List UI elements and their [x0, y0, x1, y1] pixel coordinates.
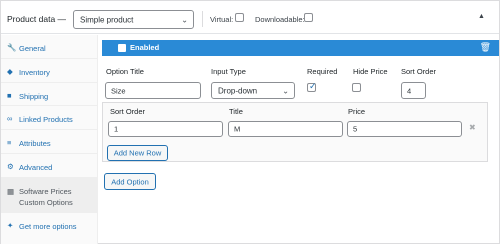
panel-title: Product data — — [7, 14, 67, 24]
product-type-value: Simple product — [80, 15, 134, 24]
plugin-icon: ✦ — [7, 221, 14, 230]
tab-get-more-options[interactable]: ✦ Get more options — [1, 213, 98, 237]
tab-label: Software Prices Custom Options — [19, 187, 73, 207]
tab-label: Get more options — [19, 222, 77, 231]
tab-label: Shipping — [19, 92, 49, 101]
downloadable-checkbox[interactable] — [304, 13, 313, 22]
header-divider — [202, 11, 203, 27]
input-type-select[interactable]: Drop-down ⌄ — [211, 82, 295, 99]
tab-advanced[interactable]: ⚙ Advanced — [1, 154, 98, 178]
product-type-select[interactable]: Simple product ⌄ — [73, 10, 194, 29]
remove-row-icon[interactable]: ✖ — [469, 123, 476, 132]
row-price-input[interactable]: 5 — [347, 121, 462, 137]
row-title-value: M — [234, 124, 241, 134]
required-header: Required — [307, 67, 338, 76]
trash-icon[interactable]: 🗑 — [480, 42, 491, 53]
option-title-input[interactable]: Size — [105, 82, 201, 99]
tab-general[interactable]: 🔧 General — [1, 35, 98, 59]
tab-label: General — [19, 44, 46, 53]
add-new-row-button[interactable]: Add New Row — [107, 145, 168, 161]
input-type-header: Input Type — [211, 67, 246, 76]
add-option-label: Add Option — [111, 177, 149, 186]
row-title-input[interactable]: M — [228, 121, 343, 137]
tab-label: Linked Products — [19, 115, 73, 124]
product-data-header: Product data — Simple product ⌄ Virtual:… — [1, 1, 499, 34]
tab-inventory[interactable]: ◆ Inventory — [1, 59, 98, 83]
tab-label: Inventory — [19, 68, 50, 77]
virtual-checkbox[interactable] — [235, 13, 244, 22]
row-price-value: 5 — [353, 124, 358, 134]
input-type-value: Drop-down — [218, 86, 258, 95]
product-data-tabs: 🔧 General ◆ Inventory ■ Shipping ∞ Linke… — [1, 35, 98, 244]
sort-order-input[interactable]: 4 — [401, 82, 426, 99]
tab-label: Advanced — [19, 163, 53, 172]
tab-label: Attributes — [19, 139, 51, 148]
enabled-label: Enabled — [130, 43, 160, 52]
enabled-checkbox[interactable] — [118, 44, 126, 52]
hide-price-header: Hide Price — [353, 67, 388, 76]
sort-order-header: Sort Order — [401, 67, 437, 76]
add-new-row-label: Add New Row — [113, 148, 162, 158]
row-sort-order-value: 1 — [114, 124, 119, 134]
option-header-bar: Enabled 🗑 — [102, 40, 499, 56]
sort-order-value: 4 — [407, 86, 412, 95]
row-title-header: Title — [229, 107, 243, 116]
chevron-down-icon: ⌄ — [181, 15, 188, 24]
link-icon: ∞ — [7, 114, 13, 123]
grid-icon: ▦ — [7, 187, 15, 196]
virtual-label: Virtual: — [210, 15, 234, 24]
gear-icon: ⚙ — [7, 162, 14, 171]
truck-icon: ■ — [7, 91, 12, 100]
tab-shipping[interactable]: ■ Shipping — [1, 83, 98, 106]
tab-software-prices-custom-options[interactable]: ▦ Software Prices Custom Options — [1, 178, 98, 213]
collapse-arrow-icon[interactable]: ▲ — [478, 13, 485, 20]
row-sort-order-header: Sort Order — [110, 107, 146, 116]
add-option-button[interactable]: Add Option — [104, 173, 156, 190]
row-price-header: Price — [348, 107, 366, 116]
wrench-icon: 🔧 — [7, 43, 17, 52]
tag-icon: ◆ — [7, 67, 13, 76]
chevron-down-icon: ⌄ — [282, 86, 289, 95]
checkmark-icon: ✓ — [309, 81, 317, 91]
product-data-panel: Product data — Simple product ⌄ Virtual:… — [0, 0, 500, 244]
list-icon: ≡ — [7, 138, 12, 147]
downloadable-label: Downloadable: — [255, 15, 305, 24]
hide-price-checkbox[interactable] — [352, 83, 361, 92]
option-title-value: Size — [111, 86, 126, 95]
tab-attributes[interactable]: ≡ Attributes — [1, 130, 98, 154]
tab-linked-products[interactable]: ∞ Linked Products — [1, 106, 98, 130]
row-sort-order-input[interactable]: 1 — [108, 121, 223, 137]
required-checkbox[interactable]: ✓ — [307, 81, 317, 92]
option-title-header: Option Title — [106, 67, 144, 76]
